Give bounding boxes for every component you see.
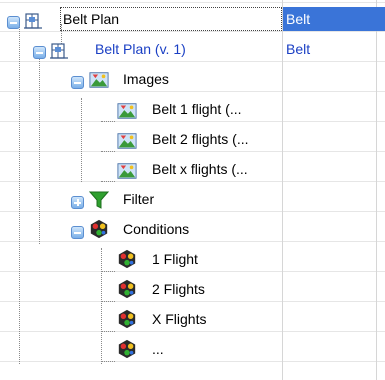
- tree-row[interactable]: Belt Plan (v. 1) Belt: [0, 34, 385, 64]
- image-icon: [117, 133, 137, 149]
- plan-icon: [24, 13, 42, 29]
- tree-item-label: Belt 1 flight (...: [152, 101, 242, 117]
- tree-item-label: Belt Plan (v. 1): [95, 41, 186, 57]
- tree-row[interactable]: Belt 2 flights (...: [0, 124, 385, 154]
- expand-toggle[interactable]: [71, 196, 84, 209]
- conditions-icon: [118, 249, 136, 269]
- conditions-icon: [90, 219, 108, 239]
- tree-item-label: Conditions: [123, 221, 190, 237]
- grid-line: [0, 2, 385, 3]
- tree-item-label: ...: [152, 341, 164, 357]
- type-cell: Belt: [286, 11, 311, 27]
- tree-item-label: Images: [123, 71, 169, 87]
- tree-item-label: Filter: [123, 191, 155, 207]
- tree-row[interactable]: Belt Plan Belt: [0, 4, 385, 34]
- tree-row[interactable]: Conditions: [0, 214, 385, 244]
- tree-item-label: Belt x flights (...: [152, 161, 248, 177]
- tree-row[interactable]: X Flights: [0, 304, 385, 334]
- conditions-icon: [118, 339, 136, 359]
- collapse-toggle[interactable]: [33, 46, 46, 59]
- type-cell: Belt: [286, 41, 311, 57]
- tree-row[interactable]: ...: [0, 334, 385, 364]
- tree-row[interactable]: Belt 1 flight (...: [0, 94, 385, 124]
- tree-item-label: 1 Flight: [152, 251, 198, 267]
- plan-icon: [50, 43, 68, 59]
- tree-row[interactable]: Images: [0, 64, 385, 94]
- collapse-toggle[interactable]: [7, 16, 20, 29]
- tree-row[interactable]: 1 Flight: [0, 244, 385, 274]
- image-icon: [117, 103, 137, 119]
- image-icon: [117, 163, 137, 179]
- tree-item-label: Belt 2 flights (...: [152, 131, 249, 147]
- tree-row[interactable]: Belt x flights (...: [0, 154, 385, 184]
- filter-icon: [89, 191, 109, 209]
- tree-item-label: 2 Flights: [152, 281, 205, 297]
- tree-view: Belt Plan Belt Belt Plan (v. 1) Belt Ima…: [0, 0, 385, 380]
- tree-row[interactable]: Filter: [0, 184, 385, 214]
- collapse-toggle[interactable]: [71, 76, 84, 89]
- tree-item-label: X Flights: [152, 311, 207, 327]
- collapse-toggle[interactable]: [71, 226, 84, 239]
- conditions-icon: [118, 279, 136, 299]
- image-icon: [89, 72, 109, 88]
- tree-item-label: Belt Plan: [63, 11, 120, 27]
- conditions-icon: [118, 309, 136, 329]
- tree-row[interactable]: 2 Flights: [0, 274, 385, 304]
